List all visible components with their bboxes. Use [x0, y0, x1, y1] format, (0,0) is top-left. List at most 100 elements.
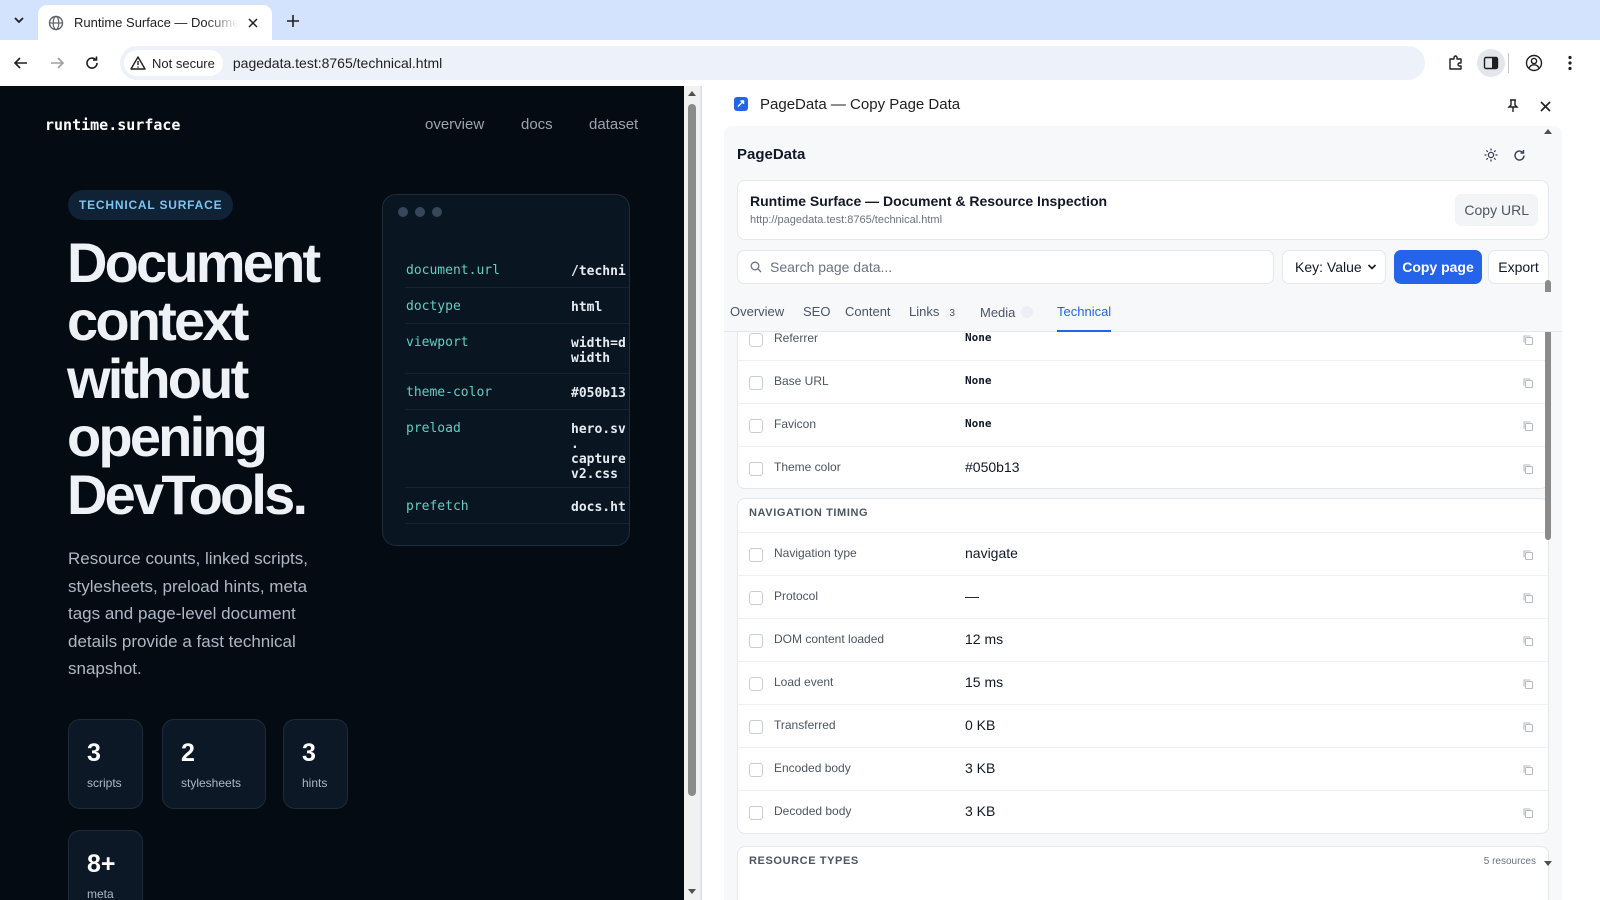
copy-page-button[interactable]: Copy page [1394, 250, 1482, 284]
nav-link-dataset[interactable]: dataset [589, 116, 638, 133]
side-panel-button[interactable] [1477, 49, 1505, 77]
row-key: Theme color [774, 460, 841, 474]
more-vertical-icon [1568, 55, 1572, 71]
row-checkbox[interactable] [749, 634, 763, 648]
side-panel-title: PageData — Copy Page Data [760, 96, 961, 113]
page-scrollbar-thumb[interactable] [688, 104, 696, 796]
scroll-down-arrow[interactable] [1544, 861, 1552, 866]
row-value: 15 ms [965, 674, 1004, 690]
stat-label: scripts [87, 776, 122, 790]
resource-count: 5 resources [1483, 856, 1536, 867]
copy-url-button[interactable]: Copy URL [1455, 194, 1538, 226]
tab-content[interactable]: Content [845, 304, 891, 332]
new-tab-button[interactable] [282, 10, 304, 32]
refresh-button[interactable] [1510, 146, 1528, 164]
back-button[interactable] [9, 51, 33, 75]
pin-icon [1507, 99, 1519, 112]
copy-icon[interactable] [1522, 377, 1534, 389]
close-panel-button[interactable] [1535, 96, 1555, 116]
stat-value: 3 [302, 739, 316, 767]
browser-menu-button[interactable] [1556, 49, 1584, 77]
toolbar-divider [1508, 53, 1509, 73]
address-bar[interactable]: Not secure pagedata.test:8765/technical.… [120, 46, 1425, 80]
row-checkbox[interactable] [749, 462, 763, 476]
format-select[interactable]: Key: Value [1282, 250, 1386, 284]
row-checkbox[interactable] [749, 591, 763, 605]
site-info-chip[interactable]: Not secure [124, 50, 223, 76]
row-checkbox[interactable] [749, 419, 763, 433]
row-checkbox[interactable] [749, 806, 763, 820]
tab-label: SEO [803, 304, 831, 319]
web-page: runtime.surface overview docs dataset TE… [0, 86, 684, 900]
copy-icon[interactable] [1522, 549, 1534, 561]
profile-button[interactable] [1520, 49, 1548, 77]
pagedata-extension: PageData Runtime Surface — Document & Re… [724, 126, 1562, 900]
tab-technical[interactable]: Technical [1057, 304, 1112, 332]
data-row-favicon: Favicon None [738, 403, 1548, 446]
search-input[interactable] [770, 259, 1250, 275]
code-divider [405, 287, 629, 288]
forward-button[interactable] [45, 51, 69, 75]
section-badge: TECHNICAL SURFACE [68, 190, 234, 220]
copy-icon[interactable] [1522, 463, 1534, 475]
data-row-dom-content-loaded: DOM content loaded 12 ms [738, 618, 1548, 661]
code-value: width=d width [571, 336, 626, 366]
row-checkbox[interactable] [749, 376, 763, 390]
row-checkbox[interactable] [749, 677, 763, 691]
scroll-up-arrow[interactable] [688, 91, 696, 96]
copy-icon[interactable] [1522, 592, 1534, 604]
copy-icon[interactable] [1522, 420, 1534, 432]
page-scrollbar[interactable] [684, 86, 700, 900]
extensions-button[interactable] [1442, 49, 1470, 77]
tab-seo[interactable]: SEO [803, 304, 830, 332]
export-button[interactable]: Export [1488, 250, 1549, 284]
row-checkbox[interactable] [749, 333, 763, 347]
code-value: html [571, 300, 603, 315]
stat-value: 2 [181, 739, 195, 767]
tab-overview[interactable]: Overview [730, 304, 784, 332]
section-title: NAVIGATION TIMING [749, 507, 869, 519]
stat-card-stylesheets: 2 stylesheets [162, 719, 266, 809]
tab-media[interactable]: Media [980, 305, 1034, 333]
site-logo[interactable]: runtime.surface [45, 116, 180, 134]
data-row-decoded-body: Decoded body 3 KB [738, 790, 1548, 833]
code-preview-card: document.url /techni doctype html viewpo… [382, 194, 630, 546]
tab-search-button[interactable] [8, 9, 30, 31]
tab-close-button[interactable] [244, 14, 262, 32]
reload-button[interactable] [80, 51, 104, 75]
copy-icon[interactable] [1522, 334, 1534, 346]
copy-icon[interactable] [1522, 764, 1534, 776]
copy-icon[interactable] [1522, 635, 1534, 647]
section-title: RESOURCE TYPES [749, 855, 859, 867]
copy-icon[interactable] [1522, 807, 1534, 819]
code-key: preload [406, 421, 461, 436]
scroll-down-arrow[interactable] [688, 889, 696, 894]
row-checkbox[interactable] [749, 763, 763, 777]
stat-label: hints [302, 776, 328, 790]
row-checkbox[interactable] [749, 720, 763, 734]
browser-toolbar: Not secure pagedata.test:8765/technical.… [0, 40, 1600, 86]
window-dot [398, 207, 408, 217]
copy-icon[interactable] [1522, 721, 1534, 733]
panel-scrollbar[interactable] [1542, 126, 1554, 900]
row-key: Load event [774, 675, 834, 689]
row-key: Base URL [774, 374, 829, 388]
row-value: 3 KB [965, 803, 996, 819]
nav-link-overview[interactable]: overview [425, 116, 484, 133]
code-divider [405, 487, 629, 488]
row-value: None [965, 374, 992, 387]
scroll-up-arrow[interactable] [1544, 129, 1552, 134]
data-row-transferred: Transferred 0 KB [738, 704, 1548, 747]
theme-toggle-button[interactable] [1482, 146, 1500, 164]
data-row-load-event: Load event 15 ms [738, 661, 1548, 704]
nav-link-docs[interactable]: docs [521, 116, 553, 133]
data-row-protocol: Protocol — [738, 575, 1548, 618]
row-value: navigate [965, 545, 1018, 561]
row-value: 12 ms [965, 631, 1004, 647]
pin-button[interactable] [1503, 96, 1523, 116]
row-value: None [965, 332, 992, 344]
copy-icon[interactable] [1522, 678, 1534, 690]
browser-tab[interactable]: Runtime Surface — Document & Resource In… [38, 5, 272, 40]
row-checkbox[interactable] [749, 548, 763, 562]
tab-links[interactable]: Links 3 [909, 304, 959, 332]
